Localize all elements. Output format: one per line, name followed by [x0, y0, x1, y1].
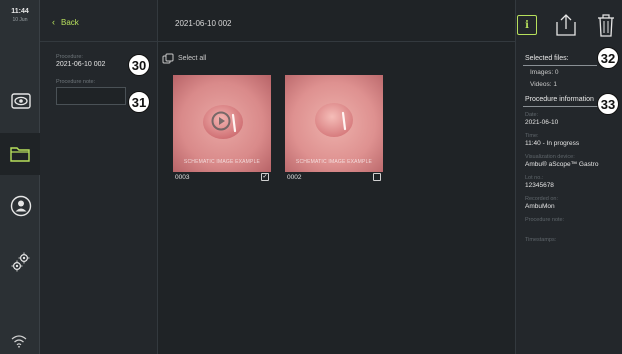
select-all-icon	[162, 53, 174, 64]
folder-icon	[10, 147, 30, 162]
eye-icon	[11, 93, 31, 109]
watermark: SCHEMATIC IMAGE EXAMPLE	[295, 159, 373, 165]
media-checkbox[interactable]	[373, 173, 381, 181]
user-icon	[10, 195, 32, 217]
videos-count: Videos: 1	[530, 81, 557, 88]
device-value: Ambu® aScope™ Gastro	[525, 161, 599, 168]
status-time: 11:44	[11, 8, 29, 15]
settings-button[interactable]	[6, 247, 36, 277]
select-all-button[interactable]: Select all	[162, 53, 206, 64]
watermark: SCHEMATIC IMAGE EXAMPLE	[183, 159, 261, 165]
divider	[523, 65, 597, 66]
callout-33: 33	[597, 93, 619, 115]
media-label: 0003	[175, 174, 190, 181]
date-value: 2021-06-10	[525, 119, 559, 126]
device-label: Visualization device:	[525, 154, 575, 160]
recorded-on-value: AmbuMon	[525, 203, 555, 210]
callout-30: 30	[128, 54, 150, 76]
images-count: Images: 0	[530, 69, 559, 76]
screen: 11:44 10 Jun ‹ Back 2021-06-10 002 Proce…	[0, 0, 622, 354]
select-all-label: Select all	[178, 55, 207, 62]
play-icon	[211, 111, 231, 131]
date-label: Date:	[525, 112, 539, 118]
info-button[interactable]: i	[517, 15, 537, 35]
live-view-button[interactable]	[6, 86, 36, 116]
media-checkbox-checked[interactable]: ✓	[261, 173, 269, 181]
procedure-info-title: Procedure information	[525, 96, 594, 103]
procedure-note-input[interactable]	[56, 87, 126, 105]
export-icon	[556, 14, 576, 36]
procedure-note-label: Procedure note:	[56, 79, 96, 85]
settings-icon	[11, 252, 30, 272]
back-label: Back	[61, 17, 79, 27]
endoscopy-image	[285, 75, 383, 172]
back-button[interactable]: ‹ Back	[52, 17, 79, 27]
nav-rail: 11:44 10 Jun	[0, 0, 40, 354]
chevron-left-icon: ‹	[52, 17, 55, 27]
procedure-note-info-label: Procedure note:	[525, 217, 565, 223]
timestamps-label: Timestamps:	[525, 237, 557, 243]
export-button[interactable]	[554, 12, 578, 38]
info-icon: i	[525, 19, 529, 31]
trash-icon	[598, 14, 614, 37]
top-bar: ‹ Back 2021-06-10 002	[40, 0, 515, 42]
delete-button[interactable]	[596, 12, 616, 38]
page-title: 2021-06-10 002	[175, 19, 232, 28]
users-button[interactable]	[6, 191, 36, 221]
media-thumbnail[interactable]: SCHEMATIC IMAGE EXAMPLE	[285, 75, 383, 172]
divider	[523, 106, 599, 107]
procedure-label: Procedure:	[56, 54, 83, 60]
callout-31: 31	[128, 91, 150, 113]
media-label: 0002	[287, 174, 302, 181]
recorded-on-label: Recorded on:	[525, 196, 559, 202]
procedure-value: 2021-06-10 002	[56, 61, 106, 68]
lot-value: 12345678	[525, 182, 554, 189]
time-value: 11:40 - In progress	[525, 140, 580, 147]
archive-button[interactable]	[0, 133, 40, 175]
callout-32: 32	[597, 47, 619, 69]
status-date: 10 Jun	[12, 17, 28, 23]
selected-files-title: Selected files:	[525, 55, 569, 62]
wifi-icon	[11, 335, 27, 348]
lot-label: Lot no.:	[525, 175, 544, 181]
media-thumbnail[interactable]: SCHEMATIC IMAGE EXAMPLE	[173, 75, 271, 172]
time-label: Time:	[525, 133, 539, 139]
